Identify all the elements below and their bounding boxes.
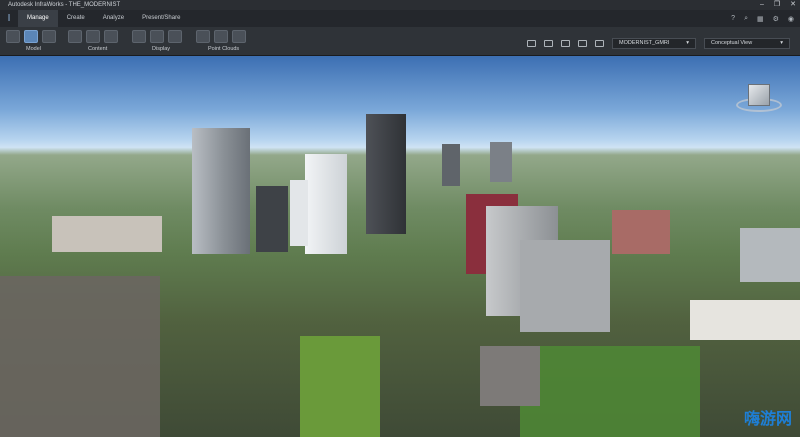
building-right	[740, 228, 800, 282]
tab-manage[interactable]: Manage	[18, 10, 58, 27]
green-park	[300, 336, 380, 437]
model-save-icon[interactable]	[42, 30, 56, 43]
brick-building	[612, 210, 670, 254]
bookmark-icon[interactable]	[595, 40, 604, 47]
select-icon[interactable]	[544, 40, 553, 47]
ribbon-group-model: Model	[6, 27, 60, 56]
window-title: Autodesk InfraWorks - THE_MODERNIST	[8, 2, 121, 8]
townhouses	[0, 276, 160, 437]
dark-tower	[366, 114, 406, 234]
proposal-dropdown[interactable]: MODERNIST_GMRI ▾	[612, 38, 696, 49]
building-left	[52, 216, 162, 252]
ribbon-group-label[interactable]: Display	[152, 46, 170, 52]
measure-icon[interactable]	[561, 40, 570, 47]
chevron-down-icon: ▾	[780, 40, 783, 46]
ribbon-group-label[interactable]: Point Clouds	[208, 46, 239, 52]
ribbon-group-display: Display	[132, 27, 194, 56]
window-controls: – ❐ ✕	[760, 0, 796, 10]
ribbon: Model Content Display Point Clouds MODER…	[0, 27, 800, 56]
ribbon-group-label[interactable]: Model	[26, 46, 41, 52]
close-icon[interactable]: ✕	[790, 0, 796, 10]
tab-bar: I Manage Create Analyze Present/Share ? …	[0, 10, 800, 27]
residential-block	[520, 240, 610, 332]
monitor-icon[interactable]	[527, 40, 536, 47]
tower-small	[490, 142, 512, 182]
building-foreground	[480, 346, 540, 406]
visual-style-dropdown[interactable]: Conceptual View ▾	[704, 38, 790, 49]
visual-style-value: Conceptual View	[711, 40, 753, 46]
app-logo-icon[interactable]: I	[0, 10, 18, 27]
view-tools: MODERNIST_GMRI ▾ Conceptual View ▾	[527, 38, 790, 49]
display-layers-icon[interactable]	[132, 30, 146, 43]
minimize-icon[interactable]: –	[760, 0, 764, 10]
ribbon-group-label[interactable]: Content	[88, 46, 107, 52]
green-strip	[520, 346, 700, 437]
3d-viewport[interactable]: 嗨游网	[0, 56, 800, 437]
proposal-value: MODERNIST_GMRI	[619, 40, 670, 46]
tower-mid	[256, 186, 288, 252]
office-tower	[192, 128, 250, 254]
display-terrain-icon[interactable]	[150, 30, 164, 43]
point-cloud-b-icon[interactable]	[214, 30, 228, 43]
restore-icon[interactable]: ❐	[774, 0, 780, 10]
view-cube-icon[interactable]	[748, 84, 770, 106]
grid-icon[interactable]: ▦	[757, 15, 764, 23]
tools-icon[interactable]	[578, 40, 587, 47]
chevron-down-icon: ▾	[686, 40, 689, 46]
display-table-icon[interactable]	[168, 30, 182, 43]
tab-present-share[interactable]: Present/Share	[133, 10, 189, 27]
search-icon[interactable]: ⌕	[744, 15, 748, 23]
tab-analyze[interactable]: Analyze	[94, 10, 133, 27]
quick-access-icons: ? ⌕ ▦ ⚙ ◉	[731, 10, 794, 27]
user-icon[interactable]: ◉	[788, 15, 794, 23]
settings-icon[interactable]: ⚙	[773, 15, 779, 23]
tab-create[interactable]: Create	[58, 10, 94, 27]
white-tower	[305, 154, 347, 254]
ribbon-group-content: Content	[68, 27, 130, 56]
ribbon-group-point-clouds: Point Clouds	[196, 27, 258, 56]
help-icon[interactable]: ?	[731, 15, 735, 22]
flat-roof-building	[690, 300, 800, 340]
point-cloud-c-icon[interactable]	[232, 30, 246, 43]
title-bar: Autodesk InfraWorks - THE_MODERNIST – ❐ …	[0, 0, 800, 10]
white-tower-annex	[290, 180, 308, 246]
watermark: 嗨游网	[743, 411, 792, 428]
model-new-icon[interactable]	[6, 30, 20, 43]
tower-small	[442, 144, 460, 186]
model-open-icon[interactable]	[24, 30, 38, 43]
content-layers-icon[interactable]	[86, 30, 100, 43]
content-data-icon[interactable]	[68, 30, 82, 43]
content-styles-icon[interactable]	[104, 30, 118, 43]
point-cloud-a-icon[interactable]	[196, 30, 210, 43]
